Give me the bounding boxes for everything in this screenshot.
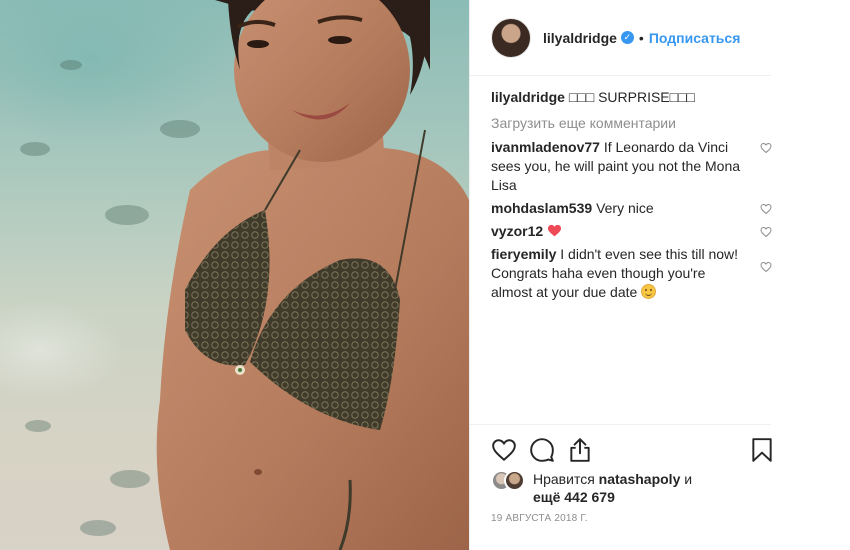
comment-like-heart-icon[interactable] — [760, 261, 772, 273]
post-caption: lilyaldridge □□□ SURPRISE□□□ — [491, 88, 771, 106]
header-separator: • — [638, 29, 644, 46]
likes-prefix: Нравится — [533, 471, 595, 487]
author-username[interactable]: lilyaldridge — [543, 30, 617, 46]
post-sidebar: lilyaldridge ✓ • Подписаться lilyaldridg… — [469, 0, 850, 550]
comment-like-heart-icon[interactable] — [760, 142, 772, 154]
bookmark-icon[interactable] — [749, 437, 775, 463]
post-actions-bar — [470, 424, 772, 474]
caption-text: □□□ SURPRISE□□□ — [568, 89, 696, 105]
liker-avatar[interactable] — [504, 470, 525, 491]
liker-avatars — [491, 470, 529, 492]
follow-button[interactable]: Подписаться — [649, 30, 741, 46]
likes-text: Нравится natashapoly и ещё 442 679 — [533, 470, 692, 506]
likes-count-link[interactable]: ещё 442 679 — [533, 489, 615, 505]
load-more-comments-button[interactable]: Загрузить еще комментарии — [491, 114, 771, 132]
comment-bubble-icon[interactable] — [529, 437, 555, 463]
caption-username[interactable]: lilyaldridge — [491, 89, 565, 105]
comment-item: vyzor12 — [491, 222, 772, 241]
post-photo[interactable] — [0, 0, 469, 550]
smiling-face-emoji-icon — [641, 284, 657, 299]
likes-summary: Нравится natashapoly и ещё 442 679 — [491, 470, 771, 506]
photo-subject — [156, 0, 469, 550]
likes-conjunction: и — [684, 471, 693, 487]
comment-item: mohdaslam539 Very nice — [491, 199, 772, 218]
comment-text: Very nice — [596, 200, 654, 216]
comment-like-heart-icon[interactable] — [760, 226, 772, 238]
post-header: lilyaldridge ✓ • Подписаться — [470, 0, 771, 76]
comment-username[interactable]: mohdaslam539 — [491, 200, 592, 216]
liker-username[interactable]: natashapoly — [599, 471, 681, 487]
comment-username[interactable]: fieryemily — [491, 246, 556, 262]
share-upload-icon[interactable] — [567, 437, 593, 463]
comment-username[interactable]: vyzor12 — [491, 223, 543, 239]
post-date[interactable]: 19 АВГУСТА 2018 Г. — [491, 513, 588, 524]
heart-outline-icon[interactable] — [491, 437, 517, 463]
comment-item: ivanmladenov77 If Leonardo da Vinci sees… — [491, 138, 772, 195]
author-avatar[interactable] — [491, 17, 531, 58]
verified-badge-icon: ✓ — [620, 31, 634, 44]
comment-like-heart-icon[interactable] — [760, 203, 772, 215]
comment-item: fieryemily I didn't even see this till n… — [491, 245, 772, 302]
comment-username[interactable]: ivanmladenov77 — [491, 139, 600, 155]
comments-list: lilyaldridge □□□ SURPRISE□□□ Загрузить е… — [491, 88, 772, 306]
heart-red-emoji-icon — [548, 224, 562, 237]
